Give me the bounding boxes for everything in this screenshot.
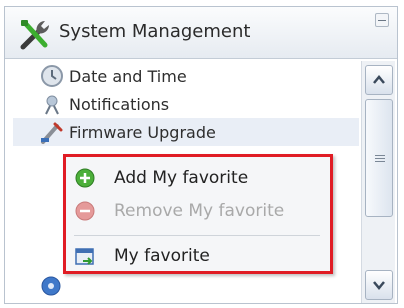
tree-item-label: Date and Time — [69, 66, 187, 86]
minus-circle-icon — [75, 201, 95, 221]
scroll-up-button[interactable] — [365, 65, 393, 95]
plus-circle-icon — [75, 168, 95, 188]
firmware-icon — [41, 122, 63, 144]
tools-icon — [20, 20, 49, 50]
arrow-up-icon — [373, 75, 385, 84]
menu-item-label: Remove My favorite — [114, 201, 285, 221]
tree-item-date-and-time[interactable]: Date and Time — [13, 62, 359, 90]
disk-icon — [41, 276, 61, 296]
menu-item-label: Add My favorite — [114, 168, 249, 188]
tree-item-label: Notifications — [69, 94, 170, 114]
tree-item-label: Firmware Upgrade — [69, 122, 216, 142]
panel-header[interactable]: System Management — [5, 7, 397, 59]
menu-separator — [74, 235, 320, 236]
remove-my-favorite-menu-item: Remove My favorite — [74, 196, 324, 226]
add-my-favorite-menu-item[interactable]: Add My favorite — [74, 163, 324, 193]
bell-icon — [45, 95, 59, 115]
scroll-thumb[interactable] — [365, 99, 393, 217]
panel-title: System Management — [59, 21, 251, 42]
tree-item-hidden[interactable] — [13, 274, 359, 302]
clock-icon — [41, 65, 63, 87]
minimize-icon[interactable] — [375, 13, 389, 27]
menu-item-label: My favorite — [114, 246, 210, 266]
favorites-context-menu: Add My favorite Remove My favorite My fa… — [63, 154, 333, 274]
favorite-icon — [75, 248, 94, 265]
system-management-panel: System Management Date and Time Notifica… — [4, 6, 398, 304]
tree-item-firmware-upgrade[interactable]: Firmware Upgrade — [13, 118, 359, 146]
tree-item-notifications[interactable]: Notifications — [13, 90, 359, 118]
tree-scrollbar[interactable] — [361, 61, 395, 303]
scroll-down-button[interactable] — [365, 270, 393, 300]
arrow-down-icon — [373, 281, 385, 290]
my-favorite-menu-item[interactable]: My favorite — [74, 241, 324, 271]
